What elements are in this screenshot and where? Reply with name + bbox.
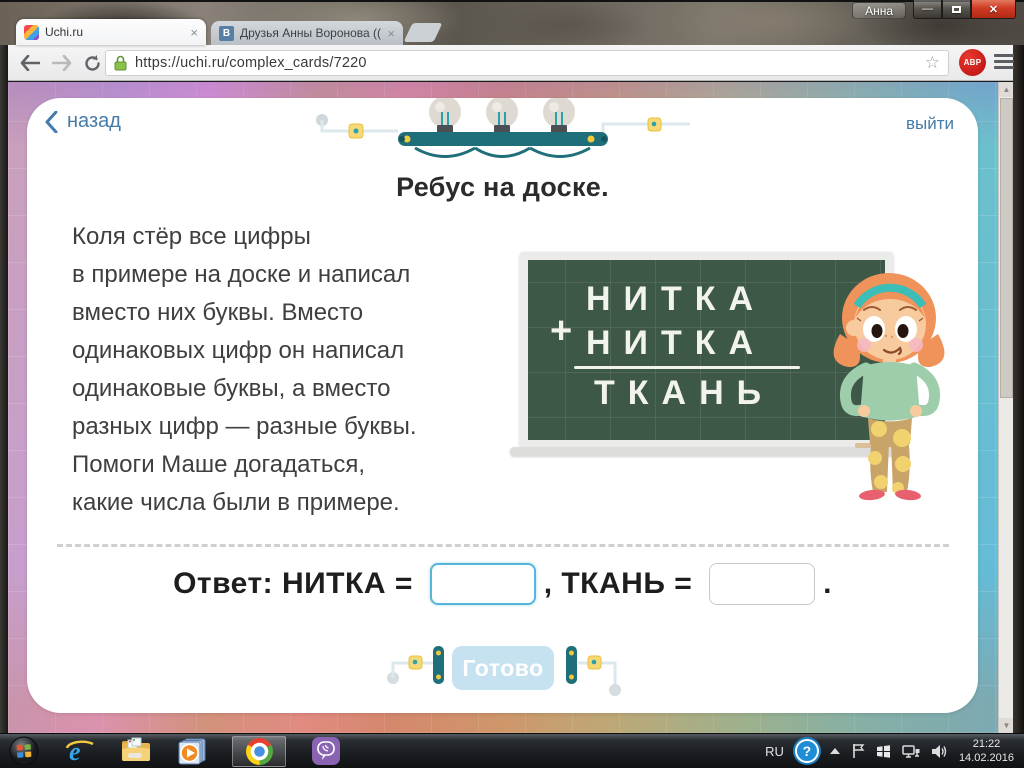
- scroll-up-icon[interactable]: ▲: [999, 82, 1013, 97]
- page-background: назад выйти Ребус на доске. Коля стёр вс…: [8, 82, 1013, 733]
- adblock-icon[interactable]: ABP: [959, 49, 986, 76]
- logout-link[interactable]: выйти: [906, 114, 954, 134]
- vk-favicon: В: [219, 25, 234, 41]
- browser-toolbar: https://uchi.ru/complex_cards/7220 ☆ ABP: [8, 45, 1014, 81]
- nitka-input[interactable]: [429, 563, 536, 605]
- menu-icon[interactable]: [994, 54, 1014, 72]
- tab-label: Друзья Анны Воронова ((: [240, 26, 382, 40]
- profile-name: Анна: [865, 3, 893, 18]
- bookmark-star-icon[interactable]: ☆: [925, 53, 940, 73]
- back-nav-icon[interactable]: [18, 51, 42, 75]
- action-center-flag-icon[interactable]: [851, 743, 865, 759]
- url-text[interactable]: https://uchi.ru/complex_cards/7220: [135, 55, 925, 71]
- start-button[interactable]: [8, 735, 40, 767]
- task-card: назад выйти Ребус на доске. Коля стёр вс…: [27, 98, 978, 713]
- chrome-icon: [245, 737, 273, 765]
- minimize-icon: —: [922, 3, 933, 15]
- tray-expand-icon[interactable]: [829, 748, 840, 754]
- tab-close-icon[interactable]: ×: [387, 26, 395, 41]
- taskbar-clock[interactable]: 21:22 14.02.2016: [959, 737, 1014, 765]
- get-windows-icon[interactable]: [876, 744, 891, 759]
- chevron-left-icon: [45, 110, 58, 133]
- equation-addend2: НИТКА: [586, 324, 767, 362]
- language-indicator[interactable]: RU: [765, 744, 784, 759]
- tab-close-icon[interactable]: ×: [190, 25, 198, 40]
- window-border-right: [1013, 45, 1024, 733]
- equation-sum: ТКАНЬ: [594, 374, 775, 412]
- page-scrollbar[interactable]: ▲ ▼: [998, 82, 1013, 733]
- maximize-icon: [952, 5, 961, 13]
- reload-icon[interactable]: [80, 51, 104, 75]
- uchi-favicon: [24, 24, 39, 40]
- equation-addend1: НИТКА: [586, 280, 767, 318]
- address-bar[interactable]: https://uchi.ru/complex_cards/7220 ☆: [105, 50, 949, 76]
- answer-period: .: [823, 567, 832, 600]
- tab-label: Uchi.ru: [45, 25, 84, 39]
- minimize-button[interactable]: —: [913, 0, 942, 19]
- tkan-input[interactable]: [709, 563, 816, 605]
- close-button[interactable]: ✕: [971, 0, 1016, 19]
- girl-character: [833, 273, 945, 501]
- https-lock-icon: [114, 55, 127, 71]
- clock-date: 14.02.2016: [958, 752, 1014, 764]
- clock-time: 21:22: [972, 738, 1001, 750]
- back-link[interactable]: назад: [45, 110, 121, 133]
- page-title: Ребус на доске.: [396, 172, 609, 202]
- scroll-down-icon[interactable]: ▼: [999, 718, 1013, 733]
- maximize-button[interactable]: [942, 0, 971, 19]
- back-label: назад: [67, 110, 121, 132]
- answer-label-nitka: Ответ: НИТКА =: [173, 567, 422, 600]
- taskbar: e RU ? 21:22 14.02.2016: [0, 733, 1024, 768]
- window-border-left: [0, 45, 8, 733]
- media-player-icon[interactable]: [176, 735, 208, 767]
- task-text: Коля стёр все цифры в примере на доске и…: [72, 223, 417, 516]
- chrome-taskbar-button[interactable]: [232, 735, 286, 767]
- file-explorer-icon[interactable]: [120, 735, 152, 767]
- light-string-decoration: [316, 98, 690, 158]
- profile-button[interactable]: Анна: [852, 2, 906, 19]
- done-button[interactable]: Готово: [452, 646, 554, 690]
- internet-explorer-icon[interactable]: e: [64, 735, 96, 767]
- equation-plus: +: [550, 310, 573, 352]
- scrollbar-thumb[interactable]: [1000, 98, 1013, 398]
- volume-tray-icon[interactable]: [931, 744, 948, 759]
- network-tray-icon[interactable]: [902, 744, 920, 759]
- dashed-separator: [57, 544, 949, 547]
- tab-uchi[interactable]: Uchi.ru ×: [16, 19, 206, 45]
- answer-label-tkan: , ТКАНЬ =: [543, 567, 702, 600]
- window-controls: — ✕: [913, 0, 1016, 19]
- close-icon: ✕: [988, 3, 999, 16]
- forward-nav-icon[interactable]: [50, 51, 74, 75]
- tab-vk[interactable]: В Друзья Анны Воронова (( ×: [211, 21, 403, 45]
- answer-row: Ответ: НИТКА = , ТКАНЬ = .: [27, 563, 978, 605]
- equation-line: [574, 366, 800, 369]
- viber-icon[interactable]: [310, 735, 342, 767]
- help-tray-icon[interactable]: ?: [794, 739, 819, 763]
